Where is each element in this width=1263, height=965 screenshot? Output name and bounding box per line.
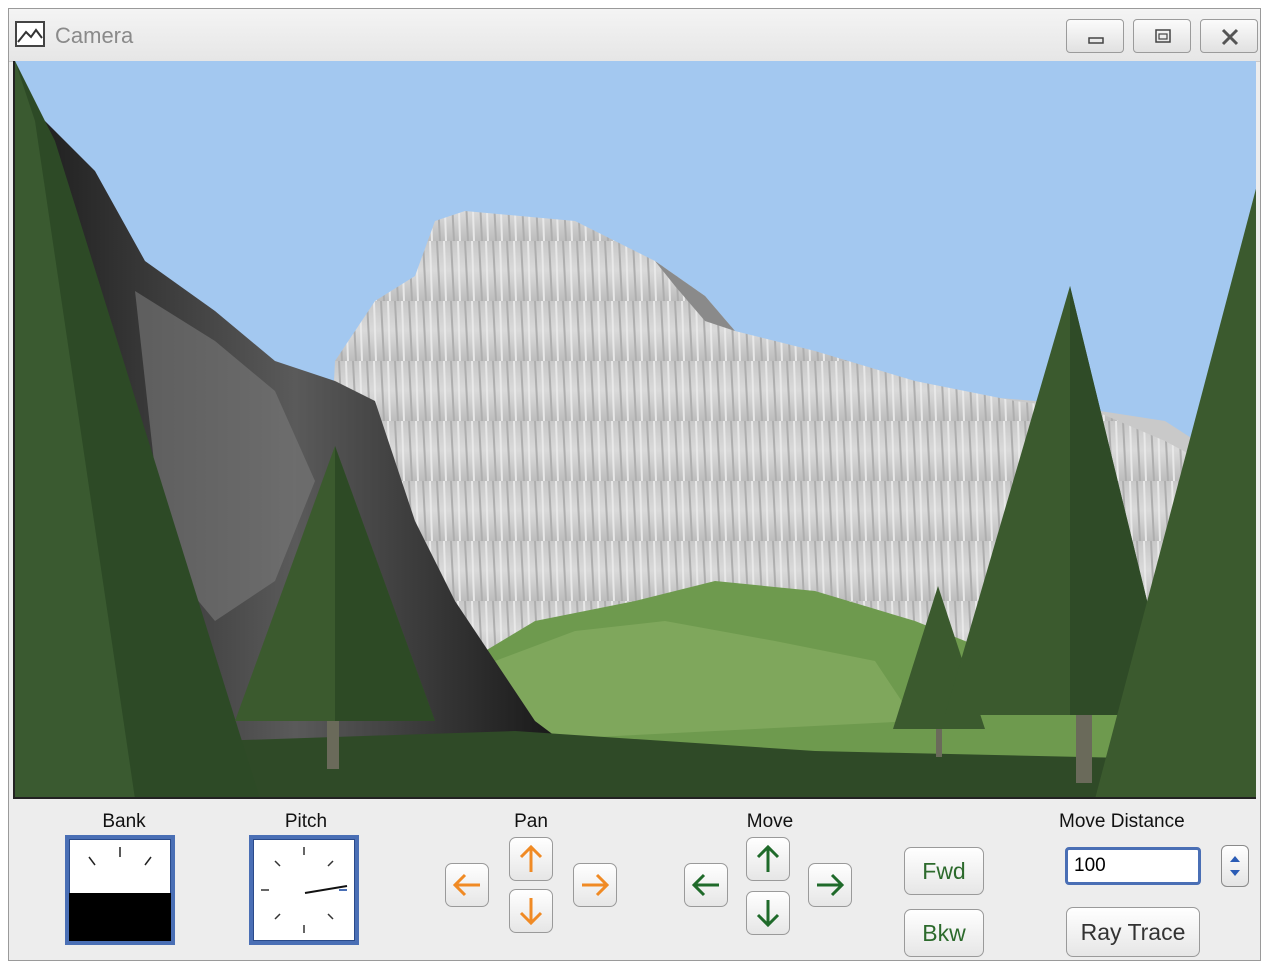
- arrow-up-icon: [519, 844, 543, 872]
- pan-left-button[interactable]: [445, 863, 489, 907]
- move-distance-label: Move Distance: [1059, 811, 1185, 832]
- pan-down-button[interactable]: [509, 889, 553, 933]
- minimize-button[interactable]: [1066, 19, 1124, 53]
- camera-window: Camera Bank Pitch Pan Move Fwd Bkw Move …: [8, 8, 1261, 961]
- move-left-button[interactable]: [684, 863, 728, 907]
- minimize-icon: [1088, 37, 1104, 44]
- arrow-down-icon: [519, 898, 543, 926]
- spinner-arrows-icon: [1230, 856, 1240, 876]
- pitch-gauge[interactable]: [249, 835, 359, 945]
- arrow-right-icon: [582, 873, 610, 897]
- bank-label: Bank: [102, 811, 146, 832]
- arrow-up-icon: [756, 844, 780, 872]
- camera-viewport[interactable]: [13, 61, 1256, 799]
- pan-right-button[interactable]: [573, 863, 617, 907]
- move-down-button[interactable]: [746, 891, 790, 935]
- close-icon: [1221, 28, 1239, 46]
- move-distance-input[interactable]: [1065, 847, 1201, 885]
- move-right-button[interactable]: [808, 863, 852, 907]
- pan-label: Pan: [514, 811, 548, 832]
- terrain-render: [15, 61, 1256, 797]
- restore-icon: [1155, 29, 1171, 43]
- tree-right-small-trunk: [936, 729, 942, 757]
- bank-gauge[interactable]: [65, 835, 175, 945]
- control-panel: Bank Pitch Pan Move Fwd Bkw Move Distanc…: [9, 799, 1260, 959]
- forward-button[interactable]: Fwd: [904, 847, 984, 895]
- tree-right-middle-trunk: [1076, 715, 1092, 783]
- move-up-button[interactable]: [746, 837, 790, 881]
- backward-button[interactable]: Bkw: [904, 909, 984, 957]
- window-title: Camera: [55, 23, 134, 48]
- bank-horizon-indicator: [69, 847, 171, 941]
- tree-left-small-trunk: [327, 721, 339, 769]
- arrow-left-icon: [691, 873, 719, 897]
- landscape-image-icon: [15, 21, 45, 47]
- move-distance-spinner[interactable]: [1221, 845, 1249, 887]
- arrow-right-icon: [817, 873, 845, 897]
- arrow-left-icon: [452, 873, 480, 897]
- title-bar[interactable]: Camera: [9, 9, 1260, 62]
- pitch-dial: [261, 847, 348, 933]
- move-label: Move: [746, 811, 794, 832]
- arrow-down-icon: [756, 900, 780, 928]
- pitch-label: Pitch: [284, 811, 328, 832]
- pan-up-button[interactable]: [509, 837, 553, 881]
- restore-button[interactable]: [1133, 19, 1191, 53]
- close-button[interactable]: [1200, 19, 1258, 53]
- ray-trace-button[interactable]: Ray Trace: [1066, 907, 1200, 957]
